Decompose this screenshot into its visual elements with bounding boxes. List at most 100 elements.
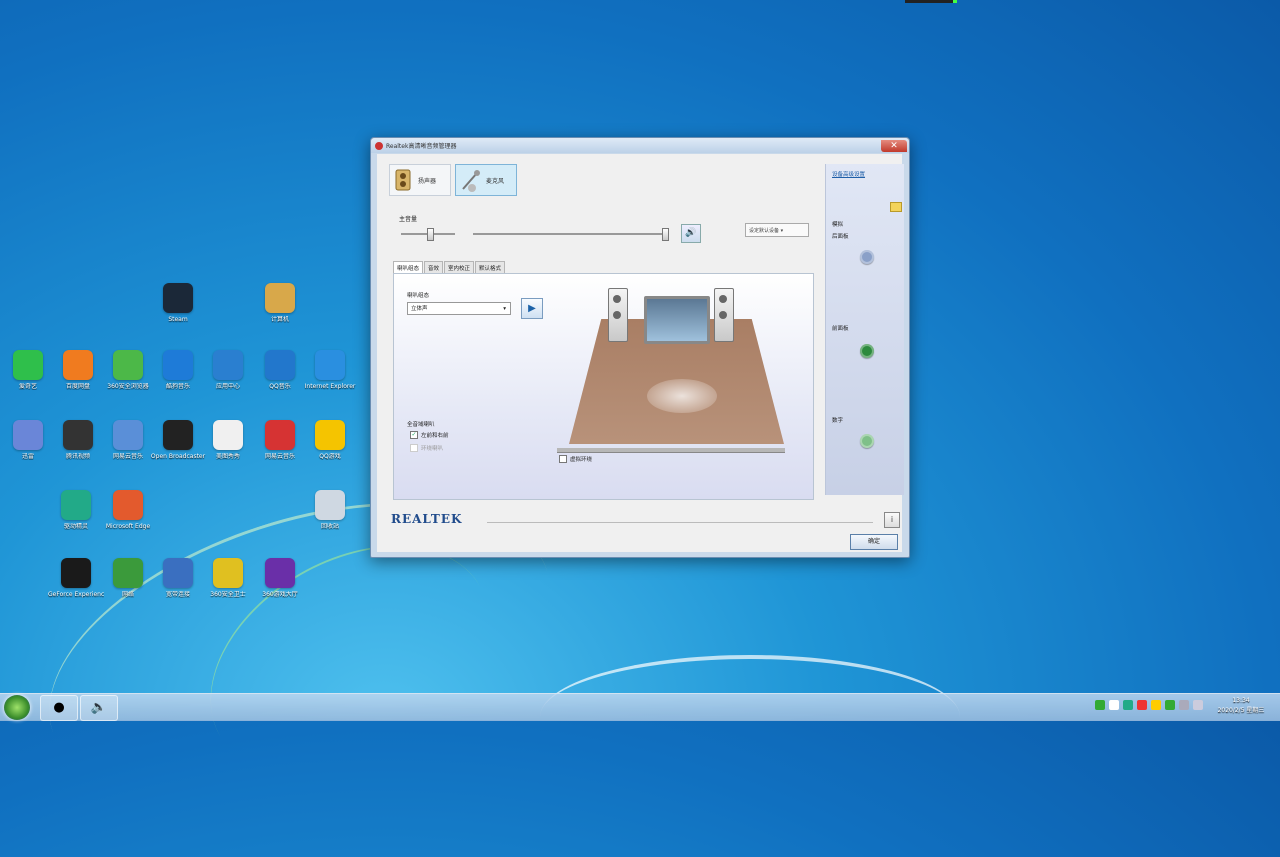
- checkbox-checked[interactable]: ✓: [410, 431, 418, 439]
- front-panel-label: 前面板: [832, 326, 849, 332]
- ok-button[interactable]: 确定: [850, 534, 898, 550]
- info-button[interactable]: i: [884, 512, 900, 528]
- play-test-button[interactable]: ▶: [521, 298, 543, 319]
- app-icon: [265, 420, 295, 450]
- mute-button[interactable]: 🔊: [681, 224, 701, 243]
- front-left-speaker[interactable]: [608, 288, 628, 342]
- app-icon: [315, 490, 345, 520]
- checkbox-disabled: [410, 444, 418, 452]
- desktop-icon[interactable]: Internet Explorer: [302, 350, 358, 390]
- desktop-icon-label: 回收站: [320, 523, 339, 530]
- realtek-audio-manager-window: Realtek高清晰音频管理器 ✕ 扬声器 麦克风 主音量 🔊 设定默认设备 ▾…: [370, 137, 910, 558]
- taskbar-audio-manager-button[interactable]: 🔈: [80, 695, 118, 721]
- taskbar-clock[interactable]: 13:34 2020/2/5 星期三: [1212, 696, 1270, 716]
- tab-speakers-label: 扬声器: [418, 177, 437, 185]
- desktop-icon-label: GeForce Experience: [48, 591, 104, 598]
- app-icon: [163, 350, 193, 380]
- app-icon: [13, 350, 43, 380]
- desktop-icon[interactable]: 网易云音乐: [100, 420, 156, 460]
- desktop-icon[interactable]: 迅雷: [0, 420, 56, 460]
- volume-icon[interactable]: [1193, 700, 1203, 710]
- desktop-icon-label: Steam: [168, 316, 188, 323]
- system-tray: [1095, 700, 1203, 710]
- desktop-icon[interactable]: 百度网盘: [50, 350, 106, 390]
- desktop-icon[interactable]: 酷狗音乐: [150, 350, 206, 390]
- desktop-icon[interactable]: 360游戏大厅: [252, 558, 308, 598]
- checkbox-unchecked[interactable]: [559, 455, 567, 463]
- obs-icon: ●: [53, 700, 65, 715]
- desktop-icon[interactable]: 爱奇艺: [0, 350, 56, 390]
- volume-slider-track[interactable]: [473, 233, 669, 235]
- realtek-logo-text: REALTEK: [391, 512, 463, 526]
- desktop-icon[interactable]: Microsoft Edge: [100, 490, 156, 530]
- title-bar[interactable]: Realtek高清晰音频管理器 ✕: [371, 138, 909, 153]
- device-advanced-sidebar: 设备高级设置 模拟 后面板 前面板 数字: [825, 164, 904, 495]
- desktop-icon[interactable]: QQ游戏: [302, 420, 358, 460]
- tab-speakers[interactable]: 扬声器: [389, 164, 451, 196]
- surround-label: 环绕喇叭: [421, 446, 444, 452]
- desktop-icon-label: 360安全浏览器: [107, 383, 149, 390]
- app-icon: [13, 420, 43, 450]
- app-icon: [61, 490, 91, 520]
- desktop-icon[interactable]: QQ音乐: [252, 350, 308, 390]
- start-button[interactable]: [4, 695, 30, 720]
- desktop-icon[interactable]: Steam: [150, 283, 206, 323]
- desktop-icon-label: QQ游戏: [319, 453, 341, 460]
- desktop-icon[interactable]: 网易云音乐: [252, 420, 308, 460]
- desktop-icon[interactable]: 360安全卫士: [200, 558, 256, 598]
- close-button[interactable]: ✕: [881, 139, 907, 152]
- digital-jack-icon[interactable]: [860, 434, 874, 448]
- top-edge-window: [905, 0, 957, 3]
- desktop-icon-label: 计算机: [270, 316, 289, 323]
- app-icon: [213, 558, 243, 588]
- desktop-icon-label: 迅雷: [21, 453, 34, 460]
- desktop-icon-label: Open Broadcaster: [150, 453, 206, 460]
- tray-icon[interactable]: [1109, 700, 1119, 710]
- digital-label: 数字: [832, 418, 844, 424]
- set-default-device-label: 设定默认设备: [749, 228, 780, 234]
- desktop-icon-label: Microsoft Edge: [105, 523, 151, 530]
- monitor-icon: [644, 296, 710, 344]
- speaker-config-dropdown[interactable]: 立体声 ▾: [407, 302, 511, 315]
- app-icon: [163, 283, 193, 313]
- tab-microphone[interactable]: 麦克风: [455, 164, 517, 196]
- desktop-icon[interactable]: Open Broadcaster: [150, 420, 206, 460]
- desktop-icon[interactable]: 360安全浏览器: [100, 350, 156, 390]
- desktop-icon[interactable]: 驱动精灵: [48, 490, 104, 530]
- desktop-icon[interactable]: 回收站: [302, 490, 358, 530]
- tray-icon[interactable]: [1165, 700, 1175, 710]
- desktop-icon[interactable]: GeForce Experience: [48, 558, 104, 598]
- desktop-icon-label: 爱奇艺: [18, 383, 37, 390]
- desktop-icon[interactable]: 应用中心: [200, 350, 256, 390]
- desktop-icon[interactable]: 宽带连接: [150, 558, 206, 598]
- desktop-icon[interactable]: 腾讯视频: [50, 420, 106, 460]
- virtual-surround-checkbox[interactable]: 虚拟环绕: [559, 455, 592, 463]
- desktop-icon[interactable]: 网络: [100, 558, 156, 598]
- folder-icon[interactable]: [890, 202, 902, 212]
- tray-icon[interactable]: [1151, 700, 1161, 710]
- speaker-config-panel: 喇叭组态 立体声 ▾ ▶ 全音域喇叭 ✓ 左前和右前 环绕喇叭 虚拟环绕: [393, 273, 814, 500]
- taskbar-obs-button[interactable]: ●: [40, 695, 78, 721]
- device-tabs: 扬声器 麦克风: [389, 164, 517, 196]
- desktop-icon[interactable]: 美图秀秀: [200, 420, 256, 460]
- tray-icon[interactable]: [1095, 700, 1105, 710]
- analog-label: 模拟: [832, 222, 844, 228]
- desktop-icon[interactable]: 计算机: [252, 283, 308, 323]
- desktop-icon-label: 360游戏大厅: [262, 591, 298, 598]
- surround-checkbox: 环绕喇叭: [410, 444, 443, 452]
- tray-icon[interactable]: [1123, 700, 1133, 710]
- window-title: Realtek高清晰音频管理器: [386, 143, 457, 150]
- rear-jack-icon[interactable]: [860, 250, 874, 264]
- device-advanced-settings-link[interactable]: 设备高级设置: [832, 170, 865, 178]
- set-default-device-dropdown[interactable]: 设定默认设备 ▾: [745, 223, 809, 237]
- front-lr-checkbox[interactable]: ✓ 左前和右前: [410, 431, 449, 439]
- network-icon[interactable]: [1179, 700, 1189, 710]
- app-icon: [113, 558, 143, 588]
- balance-slider-thumb[interactable]: [427, 228, 434, 241]
- tab-microphone-label: 麦克风: [486, 177, 505, 185]
- app-icon: [375, 141, 383, 150]
- app-icon: [163, 420, 193, 450]
- front-jack-icon[interactable]: [860, 344, 874, 358]
- tray-icon[interactable]: [1137, 700, 1147, 710]
- volume-slider-thumb[interactable]: [662, 228, 669, 241]
